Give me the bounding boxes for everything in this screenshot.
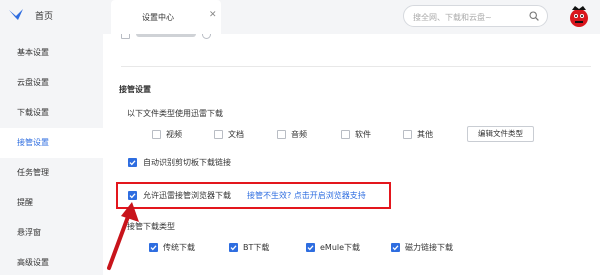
checkbox-other[interactable] [403,130,412,139]
tab-settings-center[interactable]: 设置中心 ✕ [111,0,221,34]
sidebar-item-takeover[interactable]: 接管设置 [0,128,103,158]
red-arrow-annotation [107,202,139,270]
filetype-other-label: 其他 [417,130,433,139]
sidebar-item-floating[interactable]: 悬浮窗 [0,218,103,248]
sidebar-item-cloud[interactable]: 云盘设置 [0,68,103,98]
checkbox[interactable] [121,34,130,39]
search-icon[interactable] [529,11,539,21]
filetype-audio-label: 音频 [291,130,307,139]
xunlei-bird-icon [9,9,23,20]
filetype-video-label: 视频 [166,130,182,139]
checkbox-emule[interactable] [306,243,315,252]
checkbox-audio[interactable] [277,130,286,139]
search-placeholder: 搜全网、下载和云盘~ [413,13,492,22]
filetype-software-label: 软件 [355,130,371,139]
checkmark-icon [128,158,137,167]
settings-content: 接管设置 以下文件类型使用迅雷下载 视频 文档 音频 软件 其他 编辑文件类型 … [103,34,600,275]
checkbox-magnet[interactable] [391,243,400,252]
traditional-download-label: 传统下载 [163,243,195,252]
checkmark-icon [229,243,238,252]
clipboard-label: 自动识别剪切板下载链接 [143,158,231,167]
sidebar: 首页 基本设置 云盘设置 下载设置 接管设置 任务管理 提醒 悬浮窗 高级设置 [0,0,103,275]
checkmark-icon [391,243,400,252]
checkbox-software[interactable] [341,130,350,139]
checkmark-icon [306,243,315,252]
checkbox-video[interactable] [152,130,161,139]
tab-label: 设置中心 [142,13,174,22]
scrolled-cut-row [121,34,211,40]
bt-download-label: BT下载 [243,243,270,252]
home-label: 首页 [35,12,54,22]
sidebar-item-reminder[interactable]: 提醒 [0,188,103,218]
sidebar-item-download[interactable]: 下载设置 [0,98,103,128]
sidebar-home[interactable]: 首页 [0,0,103,30]
checkbox-bt[interactable] [229,243,238,252]
sidebar-item-tasks[interactable]: 任务管理 [0,158,103,188]
top-bar: 设置中心 ✕ 搜全网、下载和云盘~ [103,0,600,34]
checkbox-clipboard[interactable] [128,158,137,167]
section-divider [121,66,591,67]
sidebar-item-advanced[interactable]: 高级设置 [0,248,103,275]
enable-browser-support-link[interactable]: 接管不生效? 点击开启浏览器支持 [247,190,366,201]
search-input[interactable]: 搜全网、下载和云盘~ [403,5,548,27]
info-icon [202,34,211,39]
close-icon[interactable]: ✕ [209,10,217,20]
filetypes-label: 以下文件类型使用迅雷下载 [127,109,223,118]
avatar-icon[interactable] [566,3,592,29]
magnet-download-label: 磁力链接下载 [405,243,453,252]
emule-download-label: eMule下载 [320,243,361,252]
cut-off-text [136,34,196,37]
sidebar-item-basic[interactable]: 基本设置 [0,38,103,68]
edit-filetypes-button[interactable]: 编辑文件类型 [467,126,534,142]
filetype-document-label: 文档 [228,130,244,139]
checkbox-document[interactable] [214,130,223,139]
section-title: 接管设置 [119,85,151,94]
